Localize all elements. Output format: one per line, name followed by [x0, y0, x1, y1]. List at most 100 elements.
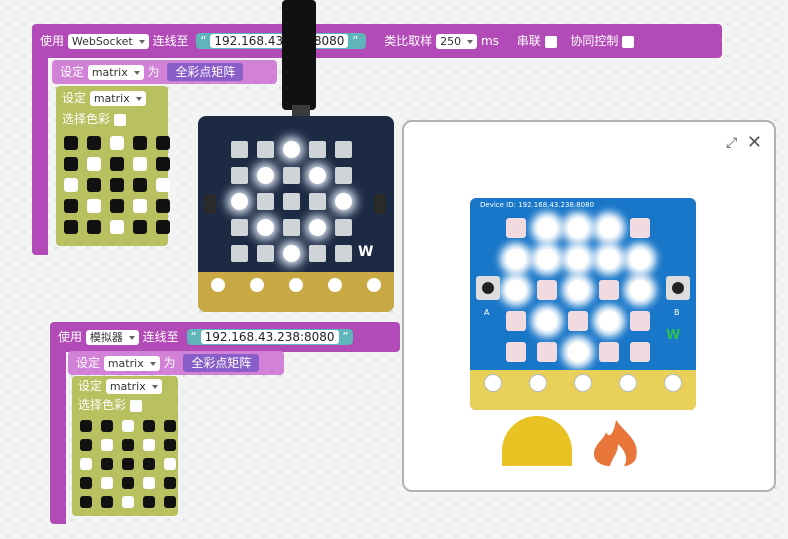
fullcolor-matrix-block-2[interactable]: 全彩点矩阵 [183, 354, 260, 372]
sampling-dropdown[interactable]: 250 [436, 34, 478, 49]
physical-led-3-4 [335, 219, 352, 236]
inner-var-dropdown[interactable]: matrix [89, 91, 146, 106]
sim-led-2-3 [599, 280, 619, 300]
matrix-pixel-2-4-0[interactable] [80, 496, 92, 508]
sim-button-a[interactable] [476, 276, 500, 300]
sim-led-3-2 [568, 311, 588, 331]
matrix-pixel-2-1-4[interactable] [164, 439, 176, 451]
matrix-pixel-2-0-3[interactable] [143, 420, 155, 432]
matrix-pixel-2-1-3[interactable] [143, 439, 155, 451]
sim-board-logo: W [666, 328, 681, 343]
pick-color-swatch[interactable] [113, 113, 126, 126]
matrix-pixel-4-1[interactable] [87, 220, 101, 234]
address-field-2[interactable]: 192.168.43.238:8080 [200, 330, 339, 344]
matrix-pixel-0-4[interactable] [156, 136, 170, 150]
matrix-pixel-2-0-4[interactable] [164, 420, 176, 432]
matrix-pixel-grid[interactable] [64, 136, 170, 234]
matrix-pixel-2-2[interactable] [110, 178, 124, 192]
matrix-pixel-2-2-1[interactable] [101, 458, 113, 470]
matrix-pixel-2-3-0[interactable] [80, 477, 92, 489]
matrix-pixel-3-0[interactable] [64, 199, 78, 213]
matrix-pixel-0-2[interactable] [110, 136, 124, 150]
matrix-pixel-2-4-2[interactable] [122, 496, 134, 508]
physical-led-3-2 [283, 219, 300, 236]
physical-led-0-4 [335, 141, 352, 158]
sync-checkbox[interactable] [622, 35, 635, 48]
websocket-connection-block[interactable]: 使用 WebSocket 连线至 “ 192.168.43.238:8080 ”… [32, 24, 722, 58]
pick-color-swatch-2[interactable] [129, 399, 142, 412]
matrix-pixel-3-3[interactable] [133, 199, 147, 213]
address-field[interactable]: 192.168.43.238:8080 [210, 34, 349, 48]
sim-led-0-3 [599, 218, 619, 238]
set-matrix-block[interactable]: 设定 matrix 为 全彩点矩阵 [52, 60, 277, 84]
matrix-pixel-1-3[interactable] [133, 157, 147, 171]
set-var-dropdown[interactable]: matrix [87, 65, 144, 80]
matrix-pixel-2-3-1[interactable] [101, 477, 113, 489]
sampling-label: 类比取样 [384, 34, 433, 48]
sim-button-b[interactable] [666, 276, 690, 300]
matrix-pixel-2-0-0[interactable] [80, 420, 92, 432]
matrix-pixel-2-3-3[interactable] [143, 477, 155, 489]
connect-to-label-2: 连线至 [142, 330, 179, 344]
matrix-pixel-1-0[interactable] [64, 157, 78, 171]
simulator-connection-block[interactable]: 使用 模拟器 连线至 “ 192.168.43.238:8080 ” [50, 322, 400, 352]
matrix-pixel-2-1[interactable] [87, 178, 101, 192]
matrix-pixel-2-4-4[interactable] [164, 496, 176, 508]
pin-3v[interactable] [619, 374, 638, 392]
matrix-pixel-1-4[interactable] [156, 157, 170, 171]
inner-var-dropdown-2[interactable]: matrix [105, 379, 162, 394]
physical-button-left [204, 194, 216, 214]
matrix-pixel-grid-2[interactable] [80, 420, 176, 508]
matrix-pixel-2-0-1[interactable] [101, 420, 113, 432]
pin-1[interactable] [528, 374, 547, 392]
matrix-pixel-2-4-1[interactable] [101, 496, 113, 508]
connection-mode-dropdown[interactable]: WebSocket [67, 34, 149, 49]
matrix-pixel-2-2-0[interactable] [80, 458, 92, 470]
matrix-pixel-2-1-0[interactable] [80, 439, 92, 451]
matrix-pixel-1-1[interactable] [87, 157, 101, 171]
matrix-pixel-2-3-2[interactable] [122, 477, 134, 489]
pin-0[interactable] [483, 374, 502, 392]
matrix-pixel-4-3[interactable] [133, 220, 147, 234]
matrix-pixel-2-4[interactable] [156, 178, 170, 192]
connection-mode-dropdown-2[interactable]: 模拟器 [85, 330, 139, 345]
pick-color-label: 选择色彩 [62, 112, 111, 126]
matrix-pixel-4-2[interactable] [110, 220, 124, 234]
light-sensor-icon[interactable] [502, 416, 572, 466]
set-var-dropdown-2[interactable]: matrix [103, 356, 160, 371]
sim-led-3-1 [537, 311, 557, 331]
address-string-block-2[interactable]: “ 192.168.43.238:8080 ” [186, 329, 353, 345]
matrix-pixel-4-4[interactable] [156, 220, 170, 234]
matrix-pixel-0-0[interactable] [64, 136, 78, 150]
matrix-color-block-2[interactable]: 设定 matrix 选择色彩 [72, 376, 178, 516]
matrix-pixel-2-4-3[interactable] [143, 496, 155, 508]
matrix-pixel-2-1-2[interactable] [122, 439, 134, 451]
matrix-pixel-2-2-2[interactable] [122, 458, 134, 470]
matrix-pixel-2-2-4[interactable] [164, 458, 176, 470]
fullcolor-matrix-block[interactable]: 全彩点矩阵 [167, 63, 244, 81]
pin-gnd[interactable] [664, 374, 683, 392]
matrix-pixel-2-2-3[interactable] [143, 458, 155, 470]
sim-led-4-2 [568, 342, 588, 362]
matrix-pixel-2-3[interactable] [133, 178, 147, 192]
matrix-pixel-3-4[interactable] [156, 199, 170, 213]
set-matrix-block-2[interactable]: 设定 matrix 为 全彩点矩阵 [68, 351, 284, 375]
inner-set-label-2: 设定 [78, 379, 103, 393]
matrix-pixel-3-1[interactable] [87, 199, 101, 213]
matrix-pixel-0-3[interactable] [133, 136, 147, 150]
matrix-pixel-2-0[interactable] [64, 178, 78, 192]
matrix-pixel-3-2[interactable] [110, 199, 124, 213]
matrix-color-block[interactable]: 设定 matrix 选择色彩 [56, 86, 170, 246]
expand-icon[interactable]: ⤢ [726, 136, 740, 150]
matrix-pixel-0-1[interactable] [87, 136, 101, 150]
pin-2[interactable] [573, 374, 592, 392]
close-icon[interactable]: ✕ [747, 134, 762, 152]
matrix-pixel-2-0-2[interactable] [122, 420, 134, 432]
matrix-pixel-2-1-1[interactable] [101, 439, 113, 451]
sim-led-0-0 [506, 218, 526, 238]
matrix-pixel-2-3-4[interactable] [164, 477, 176, 489]
temperature-flame-icon[interactable] [584, 418, 648, 468]
serial-checkbox[interactable] [544, 35, 557, 48]
matrix-pixel-4-0[interactable] [64, 220, 78, 234]
matrix-pixel-1-2[interactable] [110, 157, 124, 171]
